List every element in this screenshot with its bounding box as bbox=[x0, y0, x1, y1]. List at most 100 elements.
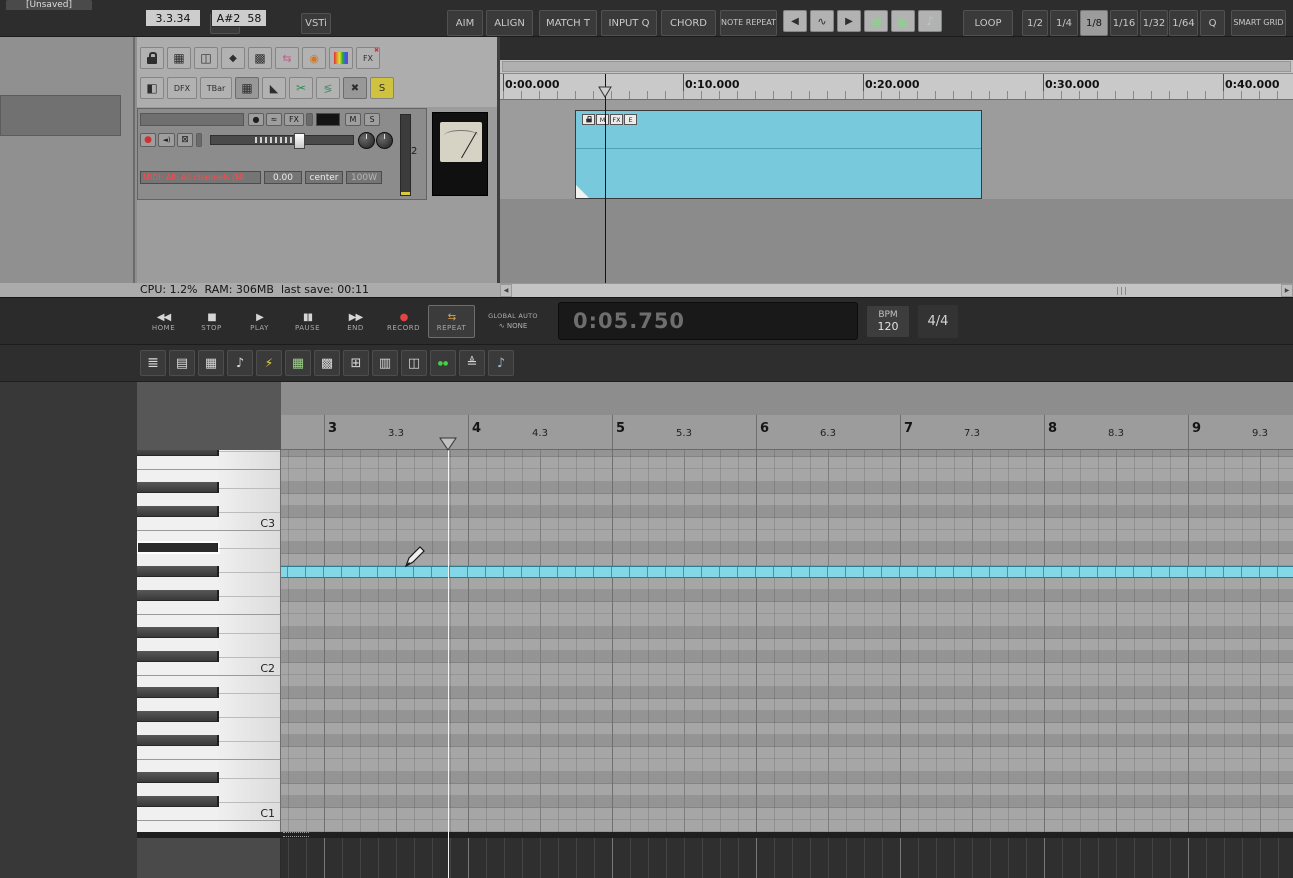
window-split-button[interactable]: ◫ bbox=[194, 47, 218, 69]
piano-key-black[interactable] bbox=[137, 506, 219, 517]
arrange-cursor-handle[interactable] bbox=[598, 84, 613, 103]
play-button[interactable]: ▶PLAY bbox=[236, 305, 283, 338]
width-knob[interactable] bbox=[376, 132, 393, 149]
mute-button[interactable]: M bbox=[345, 113, 361, 126]
io-button[interactable] bbox=[306, 113, 313, 126]
grid-1-16-button[interactable]: 1/16 bbox=[1110, 10, 1138, 36]
volume-fader[interactable] bbox=[210, 135, 354, 145]
piano-key-black[interactable] bbox=[137, 627, 219, 638]
track-control-panel[interactable]: ● ≈ FX M S ● ◄) ⊠ MIDI: All: All channel… bbox=[137, 108, 427, 200]
input-button[interactable]: ⊠ bbox=[177, 133, 193, 147]
dock-editor-button[interactable]: ≜ bbox=[459, 350, 485, 376]
view-piano-button[interactable]: ≣ bbox=[140, 350, 166, 376]
project-tab[interactable]: [Unsaved] bbox=[6, 0, 92, 10]
item-mute-badge[interactable]: M bbox=[596, 114, 609, 125]
track-fx-button[interactable]: FX bbox=[284, 113, 304, 126]
item-fold-corner[interactable] bbox=[576, 185, 589, 198]
bpm-control[interactable]: BPM 120 bbox=[866, 305, 910, 338]
phase-button[interactable] bbox=[196, 133, 202, 147]
smart-grid-button[interactable]: SMART GRID bbox=[1231, 10, 1286, 36]
lock-button[interactable] bbox=[140, 47, 164, 69]
docker-button[interactable]: ◧ bbox=[140, 77, 164, 99]
grid-settings-button[interactable]: ▦ bbox=[167, 47, 191, 69]
piano-key-black[interactable] bbox=[137, 450, 219, 456]
lane-resize-grip[interactable] bbox=[283, 832, 309, 837]
dfx-button[interactable]: DFX bbox=[167, 77, 197, 99]
width-readout[interactable]: 100W bbox=[346, 171, 382, 184]
pan-readout[interactable]: center bbox=[305, 171, 343, 184]
piano-key-black[interactable] bbox=[137, 796, 219, 807]
arrange-bottom-scrollbar[interactable]: ◀ ▶ bbox=[500, 283, 1293, 297]
theme-button[interactable] bbox=[329, 47, 353, 69]
nav-back-button[interactable]: ◀ bbox=[783, 10, 807, 32]
view-matrix-button[interactable]: ▦ bbox=[198, 350, 224, 376]
record-monitor-button[interactable]: ● bbox=[248, 113, 264, 126]
edit-marker-button[interactable]: ∿ bbox=[810, 10, 834, 32]
grid-1-4-button[interactable]: 1/4 bbox=[1050, 10, 1078, 36]
stop-button[interactable]: ■STOP bbox=[188, 305, 235, 338]
record-arm-button[interactable]: ● bbox=[140, 133, 156, 147]
piano-key-black[interactable] bbox=[137, 687, 219, 698]
monitor-speaker-button[interactable]: ◄) bbox=[158, 133, 175, 147]
quantize-button[interactable]: Q bbox=[1200, 10, 1225, 36]
position-readout[interactable]: 3.3.34 bbox=[145, 9, 201, 27]
piano-keyboard[interactable]: C3C2C1 bbox=[137, 450, 281, 832]
arrange-play-cursor[interactable] bbox=[605, 74, 606, 283]
auto-crossfade-button[interactable]: ◉ bbox=[302, 47, 326, 69]
midi-ruler[interactable]: 34567893.34.35.36.37.38.39.3 bbox=[281, 415, 1293, 450]
piano-key-black[interactable] bbox=[137, 590, 219, 601]
metronome-button[interactable]: ◆ bbox=[221, 47, 245, 69]
fader-handle[interactable] bbox=[294, 133, 305, 149]
transport-time-display[interactable]: 0:05.750 bbox=[558, 302, 858, 340]
edit-cursor-handle[interactable] bbox=[439, 436, 458, 455]
piano-key-black[interactable] bbox=[137, 735, 219, 746]
fx-global-button[interactable]: FX✖ bbox=[356, 47, 380, 69]
input-quantize-button[interactable]: INPUT Q bbox=[601, 10, 657, 36]
timeline-ruler[interactable]: 0:00.0000:10.0000:20.0000:30.0000:40.000 bbox=[500, 74, 1293, 100]
cut-button[interactable]: ✂ bbox=[289, 77, 313, 99]
arrange-empty-area[interactable] bbox=[500, 199, 1293, 283]
grid-snap-button[interactable]: ▥ bbox=[372, 350, 398, 376]
mute-env-button[interactable]: ✖ bbox=[343, 77, 367, 99]
time-signature-button[interactable]: 4/4 bbox=[918, 305, 958, 338]
fade-button[interactable]: ◣ bbox=[262, 77, 286, 99]
notation-view-button[interactable]: ♪ bbox=[227, 350, 253, 376]
midi-media-item[interactable]: MFXE bbox=[575, 110, 982, 199]
routing-display[interactable]: MIDI: All: All channels (MI bbox=[140, 171, 261, 184]
home-button[interactable]: ◀◀HOME bbox=[140, 305, 187, 338]
chord-button[interactable]: CHORD bbox=[661, 10, 716, 36]
grid-extend-left-button[interactable]: ▦ bbox=[864, 10, 888, 32]
align-button[interactable]: ALIGN bbox=[486, 10, 533, 36]
scroll-left-arrow[interactable]: ◀ bbox=[500, 284, 512, 297]
aim-button[interactable]: AIM bbox=[447, 10, 483, 36]
piano-key-black[interactable] bbox=[137, 772, 219, 783]
pan-knob[interactable] bbox=[358, 132, 375, 149]
swing-grid-button[interactable]: ♪ bbox=[488, 350, 514, 376]
pause-button[interactable]: ▮▮PAUSE bbox=[284, 305, 331, 338]
arrange-top-scrollbar-thumb[interactable] bbox=[502, 61, 1291, 72]
note-hover-readout[interactable]: A#2 58 bbox=[211, 9, 267, 27]
track-name-field[interactable] bbox=[140, 113, 244, 126]
step-sequencer-button[interactable]: ▩ bbox=[314, 350, 340, 376]
split-notes-button[interactable]: ◫ bbox=[401, 350, 427, 376]
ripple-edit-button[interactable]: ⇆ bbox=[275, 47, 299, 69]
piano-key-black[interactable] bbox=[137, 482, 219, 493]
envelope-button[interactable]: ≈ bbox=[266, 113, 282, 126]
piano-key-black[interactable] bbox=[137, 711, 219, 722]
item-lock-badge[interactable] bbox=[582, 114, 595, 125]
tbar-button[interactable]: TBar bbox=[200, 77, 232, 99]
edit-cursor[interactable] bbox=[448, 450, 449, 878]
swing-note-button[interactable]: ♪ bbox=[918, 10, 942, 32]
end-button[interactable]: ▶▶END bbox=[332, 305, 379, 338]
vsti-button[interactable]: VSTi bbox=[301, 13, 331, 34]
item-fx-badge[interactable]: FX bbox=[610, 114, 623, 125]
piano-key-black[interactable] bbox=[137, 566, 219, 577]
note-repeat-button[interactable]: NOTE REPEAT bbox=[720, 10, 777, 36]
piano-roll-grid[interactable] bbox=[281, 450, 1293, 832]
loop-button[interactable]: LOOP bbox=[963, 10, 1013, 36]
dot-grid-button[interactable]: ▩ bbox=[248, 47, 272, 69]
follow-playback-button[interactable]: ●● bbox=[430, 350, 456, 376]
nav-forward-button[interactable]: ▶ bbox=[837, 10, 861, 32]
volume-readout[interactable]: 0.00 bbox=[264, 171, 302, 184]
grid-extend-right-button[interactable]: ▦ bbox=[891, 10, 915, 32]
